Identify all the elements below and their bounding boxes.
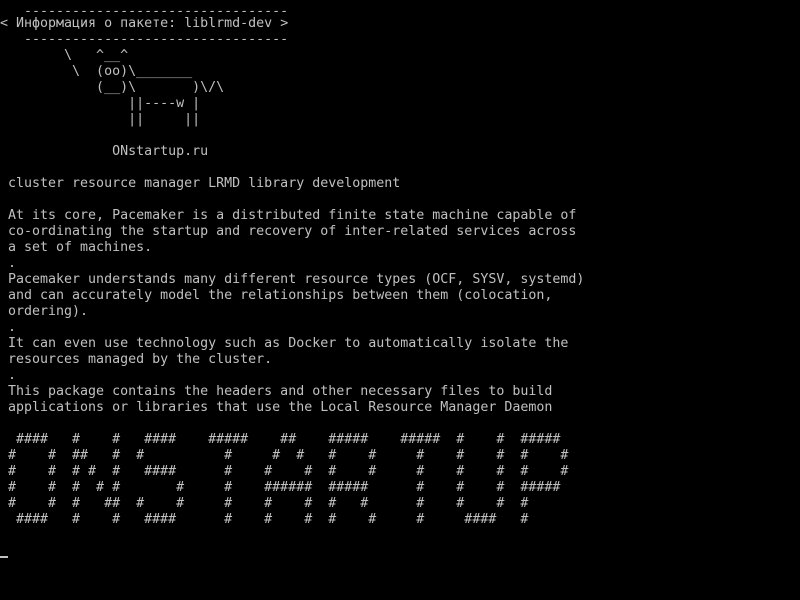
banner-art-line: #### # # #### ##### ## ##### ##### # # #… — [8, 432, 561, 447]
description-line: and can accurately model the relationshi… — [8, 288, 553, 303]
cow-art-line: ||----w | — [8, 96, 201, 111]
description-line: . — [8, 320, 17, 335]
cow-art-line: \ ^__^ — [8, 48, 129, 63]
speech-bubble-bottom-border: --------------------------------- — [8, 32, 289, 47]
description-line: a set of machines. — [8, 240, 153, 255]
description-line: It can even use technology such as Docke… — [8, 336, 569, 351]
description-line: co-ordinating the startup and recovery o… — [8, 224, 577, 239]
package-summary: cluster resource manager LRMD library de… — [8, 176, 401, 191]
description-line: ordering). — [8, 304, 89, 319]
banner-art-line: # # # ## # # # # # # # # # # # — [8, 496, 529, 511]
cow-art-line: \ (oo)\_______ — [8, 64, 193, 79]
description-line: . — [8, 368, 17, 383]
description-line: At its core, Pacemaker is a distributed … — [8, 208, 577, 223]
text-cursor — [0, 556, 8, 558]
cow-art-line: (__)\ )\/\ — [8, 80, 225, 95]
description-line: . — [8, 256, 17, 271]
banner-art-line: # # ## # # # # # # # # # # # # — [8, 448, 569, 463]
description-line: This package contains the headers and ot… — [8, 384, 553, 399]
speech-bubble-text: < Информация о пакете: liblrmd-dev > — [0, 16, 289, 31]
terminal-screen[interactable]: --------------------------------- < Инфо… — [0, 0, 800, 600]
banner-art-line: #### # # #### # # # # # # #### # — [8, 512, 529, 527]
description-line: applications or libraries that use the L… — [8, 400, 553, 415]
banner-art-line: # # # # # # # ###### ##### # # # ##### — [8, 480, 561, 495]
description-line: Pacemaker understands many different res… — [8, 272, 585, 287]
site-name: ONstartup.ru — [8, 144, 209, 159]
description-line: resources managed by the cluster. — [8, 352, 273, 367]
banner-art-line: # # # # # #### # # # # # # # # # # — [8, 464, 569, 479]
cow-art-line: || || — [8, 112, 201, 127]
